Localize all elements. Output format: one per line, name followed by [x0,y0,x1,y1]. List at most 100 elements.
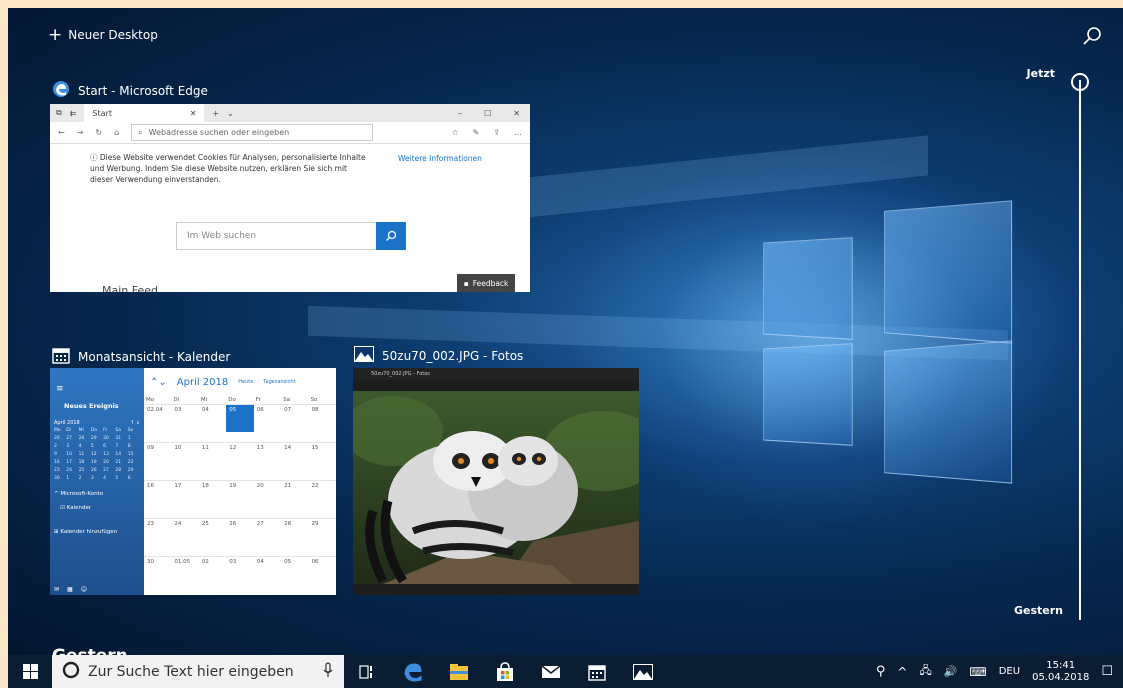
calendar-day[interactable]: 04 [253,556,282,594]
mini-calendar-day[interactable]: 4 [103,476,115,481]
mini-calendar-day[interactable]: 5 [91,444,103,449]
tab-preview-icon[interactable]: ⇇ [70,109,77,118]
mini-calendar-day[interactable]: 2 [54,444,66,449]
mini-calendar-day[interactable]: 16 [54,460,66,465]
microphone-icon[interactable] [322,661,334,682]
favorites-icon[interactable]: ☆ [451,128,458,137]
forward-icon[interactable]: → [77,128,84,137]
timeline-yesterday-label[interactable]: Gestern [1014,604,1063,617]
share-icon[interactable]: ⇪ [493,128,500,137]
mini-calendar-day[interactable]: 3 [91,476,103,481]
account-section[interactable]: ^ Microsoft-Konto [50,481,144,501]
new-event-button[interactable]: Neues Ereignis [50,400,144,418]
pen-icon[interactable]: ✎ [473,128,480,137]
calendar-day[interactable]: 18 [198,480,227,518]
mini-calendar-day[interactable]: 24 [66,468,78,473]
action-center-icon[interactable]: ☐ [1101,664,1113,679]
mini-calendar-grid[interactable]: Mo Di Mi Do Fr Sa So 26 27 28 29 30 31 1 2 3 4 5 6 7 8 9 10 11 1… [50,428,144,481]
keyboard-icon[interactable]: ⌨ [969,665,986,679]
calendar-day[interactable]: 08 [308,404,336,442]
calendar-day[interactable]: 10 [171,442,199,480]
calendar-day[interactable]: 28 [281,518,309,556]
mini-calendar-day[interactable]: 21 [115,460,127,465]
mini-calendar-day[interactable]: 15 [128,452,140,457]
calendar-day[interactable]: 13 [253,442,282,480]
store-icon[interactable] [482,655,528,688]
calendar-day[interactable]: 23 [144,518,172,556]
month-grid[interactable]: 02.04 03 04 05 06 07 08 09 10 11 12 13 14 15 16 17 18 19 2… [144,404,336,594]
calendar-day[interactable]: 05 [281,556,309,594]
calendar-day[interactable]: 11 [198,442,227,480]
mini-calendar-day[interactable]: 19 [91,460,103,465]
day-view-button[interactable]: Tagesansicht [263,379,295,385]
mini-calendar-day[interactable]: 6 [103,444,115,449]
mini-calendar-day[interactable]: 6 [128,476,140,481]
mini-calendar-day[interactable]: 29 [128,468,140,473]
language-indicator[interactable]: DEU [999,666,1020,677]
calendar-day[interactable]: 02.04 [144,404,172,442]
calendar-icon[interactable]: ▦ [67,586,73,593]
mini-calendar-day[interactable]: 7 [115,444,127,449]
edge-icon[interactable] [390,655,436,688]
minimize-icon[interactable]: – [458,109,462,118]
calendar-day[interactable]: 01.05 [171,556,199,594]
mini-calendar-day[interactable]: 1 [66,476,78,481]
timeline-scrubber[interactable] [1065,70,1095,625]
calendar-day[interactable]: 12 [226,442,254,480]
today-button[interactable]: Heute [238,379,253,385]
mini-calendar-day[interactable]: 10 [66,452,78,457]
tabs-aside-icon[interactable]: ⧉ [56,108,62,118]
mini-calendar-day[interactable]: 22 [128,460,140,465]
mail-icon[interactable]: ✉ [54,586,59,593]
edge-tab-start[interactable]: Start ✕ [84,104,205,122]
mini-calendar-day[interactable]: 3 [66,444,78,449]
calendar-day[interactable]: 25 [198,518,227,556]
mini-calendar-day[interactable]: 27 [103,468,115,473]
mini-calendar-day[interactable]: 30 [103,436,115,441]
file-explorer-icon[interactable] [436,655,482,688]
more-info-link[interactable]: Weitere Informationen [398,154,482,163]
mini-calendar-day[interactable]: 31 [115,436,127,441]
photos-window-title[interactable]: 50zu70_002.JPG - Fotos [354,346,523,365]
calendar-day[interactable]: 09 [144,442,172,480]
close-tab-icon[interactable]: ✕ [190,109,197,118]
mini-calendar-day[interactable]: 27 [66,436,78,441]
add-calendar-button[interactable]: ⊞ Kalender hinzufügen [50,515,144,539]
mini-calendar-day[interactable]: 11 [79,452,91,457]
calendar-day[interactable]: 16 [144,480,172,518]
mini-calendar-day[interactable]: 26 [54,436,66,441]
photos-window-thumbnail[interactable]: 50zu70_002.JPG - Fotos [353,368,639,595]
mini-nav-arrows-icon[interactable]: ↑ ↓ [130,420,140,426]
calendar-checkbox-item[interactable]: ☑ Kalender [50,501,144,515]
calendar-day[interactable]: 15 [308,442,336,480]
mini-calendar-day[interactable]: 4 [79,444,91,449]
calendar-day[interactable]: 06 [253,404,282,442]
hamburger-icon[interactable]: ≡ [50,368,144,400]
calendar-day[interactable]: 14 [281,442,309,480]
feedback-button[interactable]: ▪ Feedback [457,274,515,292]
calendar-day[interactable]: 24 [171,518,199,556]
mini-calendar-day[interactable]: 14 [115,452,127,457]
mini-calendar-day[interactable]: 28 [115,468,127,473]
back-icon[interactable]: ← [58,128,65,137]
new-tab-icon[interactable]: + [212,109,219,118]
calendar-day[interactable]: 03 [171,404,199,442]
mini-calendar-day[interactable]: 30 [54,476,66,481]
calendar-day[interactable]: 21 [281,480,309,518]
calendar-day[interactable]: 17 [171,480,199,518]
calendar-icon[interactable] [574,655,620,688]
chevron-up-icon[interactable]: ^ [897,665,907,679]
home-icon[interactable]: ⌂ [114,128,119,137]
mini-calendar-day[interactable]: 29 [91,436,103,441]
chevron-down-icon[interactable]: ⌄ [227,109,234,118]
more-icon[interactable]: … [514,128,522,137]
calendar-day[interactable]: 04 [198,404,227,442]
calendar-day[interactable]: 30 [144,556,172,594]
task-view-icon[interactable] [344,655,390,688]
mini-calendar-day[interactable]: 1 [128,436,140,441]
mini-calendar-day[interactable]: 18 [79,460,91,465]
calendar-day[interactable]: 29 [308,518,336,556]
calendar-day[interactable]: 02 [198,556,227,594]
volume-icon[interactable]: 🔊 [944,665,958,678]
web-search-input[interactable]: Im Web suchen [176,222,406,250]
